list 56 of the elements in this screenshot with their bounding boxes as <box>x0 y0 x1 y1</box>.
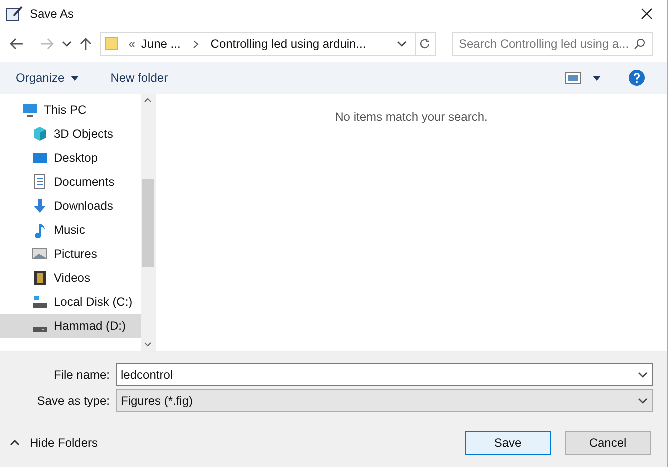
field-label: Save as type: <box>36 392 111 410</box>
monitor-icon <box>22 102 38 118</box>
chevron-up-icon <box>10 440 20 446</box>
search-field[interactable]: Search Controlling led using a... <box>452 32 653 56</box>
sidebar-item[interactable]: Local Disk (C:) <box>0 290 141 314</box>
close-icon[interactable] <box>641 8 653 20</box>
view-icon[interactable] <box>565 72 581 84</box>
breadcrumb[interactable]: Controlling led using arduin... <box>210 35 366 53</box>
caret-icon[interactable] <box>593 76 601 80</box>
sidebar-item[interactable]: This PC <box>0 98 141 122</box>
empty-message: No items match your search. <box>335 109 488 126</box>
drive-icon <box>33 327 47 332</box>
sidebar-item[interactable]: Hammad (D:) <box>0 314 141 338</box>
cube-icon <box>32 126 48 142</box>
scroll-down-icon[interactable] <box>144 342 152 347</box>
sidebar-item[interactable]: 3D Objects <box>0 122 141 146</box>
overflow-chevron[interactable]: « <box>128 35 136 53</box>
new-folder-button[interactable]: New folder <box>110 69 168 87</box>
dropdown-chevron-icon <box>638 372 648 378</box>
breadcrumb[interactable]: June ... <box>141 35 181 53</box>
search-icon <box>634 38 646 50</box>
music-note-icon <box>32 222 48 238</box>
drive-icon <box>32 294 48 310</box>
document-icon <box>32 174 48 190</box>
save-dialog-icon <box>6 6 24 22</box>
help-icon[interactable] <box>629 70 645 86</box>
sidebar-item[interactable]: Downloads <box>0 194 141 218</box>
refresh-icon <box>419 38 432 50</box>
caret-icon <box>70 76 79 80</box>
desktop-icon <box>32 150 48 166</box>
hide-folders-button[interactable]: Hide Folders <box>10 434 98 452</box>
field-label: File name: <box>52 366 111 384</box>
sidebar-item[interactable]: Music <box>0 218 141 242</box>
up-arrow-icon[interactable] <box>80 37 92 51</box>
back-arrow-icon[interactable] <box>10 38 24 50</box>
file-type-dropdown[interactable]: Figures (*.fig) <box>116 389 653 412</box>
picture-icon <box>32 246 48 262</box>
sidebar-item[interactable]: Documents <box>0 170 141 194</box>
window-title: Save As <box>30 6 74 23</box>
sidebar-item[interactable]: Videos <box>0 266 141 290</box>
address-bar[interactable]: « June ... Controlling led using arduin... <box>100 32 436 56</box>
down-arrow-icon <box>32 198 48 214</box>
scroll-up-icon[interactable] <box>144 98 152 103</box>
sidebar-item[interactable]: Pictures <box>0 242 141 266</box>
film-icon <box>32 270 48 286</box>
organize-button[interactable]: Organize <box>16 69 79 87</box>
scrollbar[interactable] <box>141 94 155 351</box>
file-name-field[interactable]: ledcontrol <box>116 363 653 386</box>
dialog-button[interactable]: Save <box>465 431 551 455</box>
dialog-button[interactable]: Cancel <box>565 431 651 455</box>
chevron-right-icon <box>192 40 199 48</box>
dropdown-chevron-icon <box>638 398 648 404</box>
sidebar-item[interactable]: Desktop <box>0 146 141 170</box>
folder-icon <box>104 37 119 51</box>
address-dropdown-icon <box>396 41 407 47</box>
recent-dropdown-icon <box>62 41 72 47</box>
